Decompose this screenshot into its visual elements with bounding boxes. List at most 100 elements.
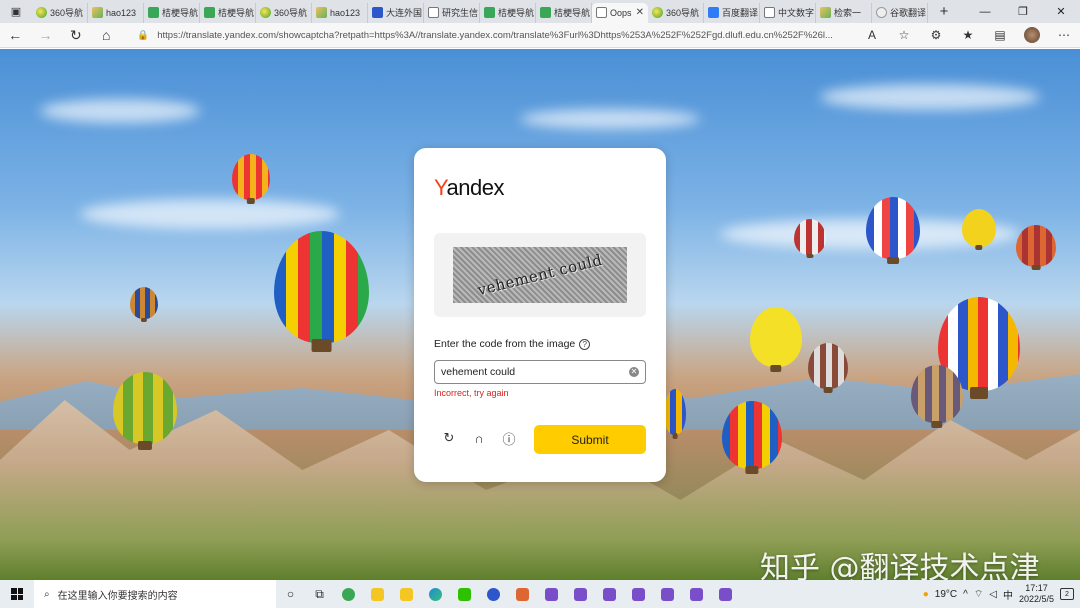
tab-favicon-icon: [148, 7, 159, 18]
tab-favicon-icon: [204, 7, 215, 18]
notification-icon[interactable]: 2: [1060, 588, 1074, 600]
help-icon[interactable]: ?: [579, 338, 591, 350]
network-icon[interactable]: ⌔: [974, 588, 983, 601]
chevron-up-icon[interactable]: ^: [963, 589, 968, 600]
captcha-input[interactable]: [441, 366, 629, 378]
new-tab-button[interactable]: +: [928, 0, 960, 23]
temperature[interactable]: 19°C: [935, 589, 957, 600]
minimize-icon[interactable]: —: [966, 0, 1004, 23]
taskbar-app-icon[interactable]: [537, 580, 566, 608]
taskbar-app-icon[interactable]: [363, 580, 392, 608]
browser-tab[interactable]: hao123: [88, 2, 144, 23]
favorites-icon[interactable]: ★: [952, 27, 984, 43]
cloud: [80, 199, 340, 229]
favorite-star-icon[interactable]: ☆: [888, 27, 920, 43]
browser-tab[interactable]: 中文数字: [760, 2, 816, 23]
home-button[interactable]: ⌂: [91, 23, 121, 48]
cortana-icon[interactable]: ○: [276, 580, 305, 608]
browser-tab[interactable]: 360导航: [648, 2, 704, 23]
maximize-icon[interactable]: ❐: [1004, 0, 1042, 23]
tab-title: 百度翻译: [722, 8, 759, 18]
extensions-icon[interactable]: ⚙: [920, 27, 952, 43]
balloon: [794, 219, 826, 255]
clear-input-icon[interactable]: ✕: [629, 367, 639, 377]
submit-button[interactable]: Submit: [534, 425, 646, 454]
close-window-icon[interactable]: ✕: [1042, 0, 1080, 23]
window-controls: — ❐ ✕: [966, 0, 1080, 23]
tab-actions-icon[interactable]: ▣: [0, 0, 32, 23]
tab-title: 桔梗导航: [554, 8, 591, 18]
tab-title: 桔梗导航: [498, 8, 535, 18]
browser-tab[interactable]: hao123: [312, 2, 368, 23]
tab-title: 大连外国: [386, 8, 423, 18]
balloon: [232, 154, 270, 200]
collections-icon[interactable]: ▤: [984, 27, 1016, 43]
tab-favicon-icon: [708, 7, 719, 18]
tab-favicon-icon: [260, 7, 271, 18]
read-aloud-icon[interactable]: A: [856, 27, 888, 43]
tab-favicon-icon: [316, 7, 327, 18]
ime-indicator[interactable]: 中: [1003, 587, 1013, 602]
audio-captcha-icon[interactable]: ∩: [470, 429, 488, 447]
browser-tab[interactable]: 检索一: [816, 2, 872, 23]
captcha-image: vehement could: [453, 247, 627, 303]
taskbar-app-icon[interactable]: [595, 580, 624, 608]
browser-tab[interactable]: 谷歌翻译: [872, 2, 928, 23]
task-view-icon[interactable]: ⧉: [305, 580, 334, 608]
browser-tab[interactable]: 百度翻译: [704, 2, 760, 23]
start-button[interactable]: [0, 588, 34, 600]
balloon: [750, 307, 802, 367]
browser-tab[interactable]: 桔梗导航: [480, 2, 536, 23]
tab-favicon-icon: [428, 7, 439, 18]
tab-title: 中文数字: [778, 8, 815, 18]
taskbar-app-icon[interactable]: [711, 580, 740, 608]
url-text[interactable]: https://translate.yandex.com/showcaptcha…: [157, 30, 837, 41]
back-button[interactable]: ←: [0, 23, 30, 48]
captcha-card: Yandex vehement could Enter the code fro…: [414, 148, 666, 482]
wechat-icon[interactable]: [450, 580, 479, 608]
tab-title: hao123: [106, 7, 137, 18]
taskbar-app-icon[interactable]: [392, 580, 421, 608]
tab-list: 360导航 hao123 桔梗导航 桔梗导航 360导航 hao123 大连外国 研究生信 桔梗…: [32, 1, 928, 23]
taskbar-app-icon[interactable]: [334, 580, 363, 608]
more-menu-icon[interactable]: ⋯: [1048, 27, 1080, 43]
taskbar-search[interactable]: ⌕ 在这里输入你要搜索的内容: [34, 580, 276, 608]
browser-tab[interactable]: 桔梗导航: [144, 2, 200, 23]
browser-tab[interactable]: 研究生信: [424, 2, 480, 23]
taskbar-app-icon[interactable]: [479, 580, 508, 608]
browser-tab[interactable]: 360导航: [32, 2, 88, 23]
browser-tab[interactable]: 360导航: [256, 2, 312, 23]
browser-tab[interactable]: 大连外国: [368, 2, 424, 23]
taskbar-app-icon[interactable]: [508, 580, 537, 608]
tab-favicon-icon: [36, 7, 47, 18]
volume-icon[interactable]: ◁: [989, 589, 997, 600]
clock[interactable]: 17:17 2022/5/5: [1019, 583, 1054, 605]
taskbar-app-icon[interactable]: [624, 580, 653, 608]
info-icon[interactable]: ⓘ: [500, 429, 518, 447]
browser-tab[interactable]: Oops ✕: [592, 2, 648, 23]
balloon: [722, 401, 782, 469]
windows-logo-icon: [11, 588, 23, 600]
edge-icon[interactable]: [421, 580, 450, 608]
tab-title: 检索一: [834, 8, 862, 18]
tab-title: Oops: [610, 7, 632, 18]
profile-avatar[interactable]: [1024, 27, 1040, 43]
close-tab-icon[interactable]: ✕: [636, 7, 644, 18]
taskbar-app-icon[interactable]: [653, 580, 682, 608]
captcha-image-frame: vehement could: [434, 233, 646, 317]
taskbar-app-icon[interactable]: [566, 580, 595, 608]
taskbar-app-icon[interactable]: [682, 580, 711, 608]
address-bar[interactable]: 🔒 https://translate.yandex.com/showcaptc…: [131, 25, 856, 45]
weather-icon[interactable]: ●: [923, 589, 929, 600]
refresh-button[interactable]: ↻: [61, 23, 91, 48]
browser-toolbar: ← → ↻ ⌂ 🔒 https://translate.yandex.com/s…: [0, 23, 1080, 48]
tab-favicon-icon: [92, 7, 103, 18]
tab-title: 研究生信: [442, 8, 479, 18]
refresh-captcha-icon[interactable]: ↻: [440, 429, 458, 447]
balloon: [911, 365, 963, 423]
browser-tab[interactable]: 桔梗导航: [536, 2, 592, 23]
tab-favicon-icon: [820, 7, 831, 18]
prompt-label: Enter the code from the image: [434, 338, 576, 350]
browser-tab[interactable]: 桔梗导航: [200, 2, 256, 23]
forward-button[interactable]: →: [30, 23, 60, 48]
